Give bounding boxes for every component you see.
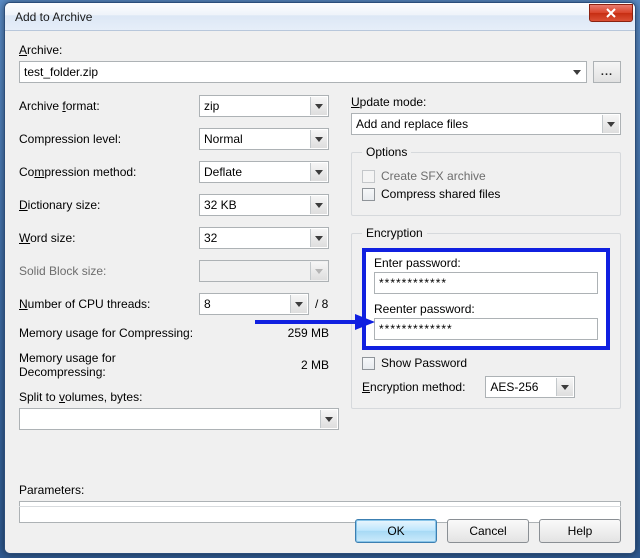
chevron-down-icon	[290, 295, 307, 313]
dialog-content: Archive: test_folder.zip ... Archive for…	[5, 31, 635, 553]
show-password-checkbox[interactable]	[362, 357, 375, 370]
word-size-combo[interactable]: 32	[199, 227, 329, 249]
cpu-threads-label: Number of CPU threads:	[19, 297, 199, 311]
window-title: Add to Archive	[15, 10, 589, 24]
dialog-window: Add to Archive Archive: test_folder.zip …	[4, 2, 636, 554]
sfx-checkbox	[362, 170, 375, 183]
chevron-down-icon	[310, 196, 327, 214]
chevron-down-icon	[320, 410, 337, 428]
dictionary-size-combo[interactable]: 32 KB	[199, 194, 329, 216]
chevron-down-icon	[310, 229, 327, 247]
shared-files-checkbox[interactable]	[362, 188, 375, 201]
ok-button[interactable]: OK	[355, 519, 437, 543]
archive-path-combo[interactable]: test_folder.zip	[19, 61, 587, 83]
enter-password-label: Enter password:	[374, 256, 598, 270]
show-password-label: Show Password	[381, 356, 467, 370]
compression-level-label: Compression level:	[19, 132, 199, 146]
browse-button[interactable]: ...	[593, 61, 621, 83]
options-group: Options Create SFX archive Compress shar…	[351, 145, 621, 216]
titlebar: Add to Archive	[5, 3, 635, 31]
split-volumes-label: Split to volumes, bytes:	[19, 390, 339, 404]
cancel-button[interactable]: Cancel	[447, 519, 529, 543]
right-column: Update mode: Add and replace files Optio…	[351, 95, 621, 430]
archive-format-combo[interactable]: zip	[199, 95, 329, 117]
split-volumes-combo[interactable]	[19, 408, 339, 430]
word-size-label: Word size:	[19, 231, 199, 245]
chevron-down-icon	[556, 378, 573, 396]
close-button[interactable]	[589, 4, 633, 22]
archive-label: Archive:	[19, 43, 621, 57]
encryption-method-label: Encryption method:	[362, 380, 465, 394]
shared-files-label: Compress shared files	[381, 187, 500, 201]
dictionary-size-label: Dictionary size:	[19, 198, 199, 212]
compression-level-combo[interactable]: Normal	[199, 128, 329, 150]
chevron-down-icon	[310, 262, 327, 280]
help-button[interactable]: Help	[539, 519, 621, 543]
left-column: Archive format: zip Compression level: N…	[19, 95, 339, 430]
parameters-label: Parameters:	[19, 483, 621, 497]
mem-decompress-value: 2 MB	[301, 358, 329, 372]
compression-method-combo[interactable]: Deflate	[199, 161, 329, 183]
close-icon	[606, 8, 616, 18]
solid-block-combo	[199, 260, 329, 282]
solid-block-label: Solid Block size:	[19, 264, 199, 278]
mem-compress-value: 259 MB	[288, 326, 329, 340]
password-confirm-input[interactable]	[374, 318, 598, 340]
password-input[interactable]	[374, 272, 598, 294]
button-bar: OK Cancel Help	[19, 506, 621, 543]
options-legend: Options	[362, 145, 411, 159]
update-mode-label: Update mode:	[351, 95, 621, 109]
cpu-threads-max: / 8	[315, 297, 328, 311]
mem-decompress-label: Memory usage for Decompressing:	[19, 351, 199, 379]
chevron-down-icon	[310, 97, 327, 115]
encryption-legend: Encryption	[362, 226, 427, 240]
encryption-group: Encryption Enter password: Reenter passw…	[351, 226, 621, 409]
cpu-threads-combo[interactable]: 8	[199, 293, 309, 315]
chevron-down-icon	[568, 63, 585, 81]
compression-method-label: Compression method:	[19, 165, 199, 179]
chevron-down-icon	[602, 115, 619, 133]
sfx-label: Create SFX archive	[381, 169, 486, 183]
chevron-down-icon	[310, 163, 327, 181]
mem-compress-label: Memory usage for Compressing:	[19, 326, 199, 340]
encryption-highlight: Enter password: Reenter password:	[362, 248, 610, 350]
update-mode-combo[interactable]: Add and replace files	[351, 113, 621, 135]
archive-format-label: Archive format:	[19, 99, 199, 113]
reenter-password-label: Reenter password:	[374, 302, 598, 316]
archive-path-value: test_folder.zip	[24, 65, 568, 79]
chevron-down-icon	[310, 130, 327, 148]
encryption-method-combo[interactable]: AES-256	[485, 376, 575, 398]
